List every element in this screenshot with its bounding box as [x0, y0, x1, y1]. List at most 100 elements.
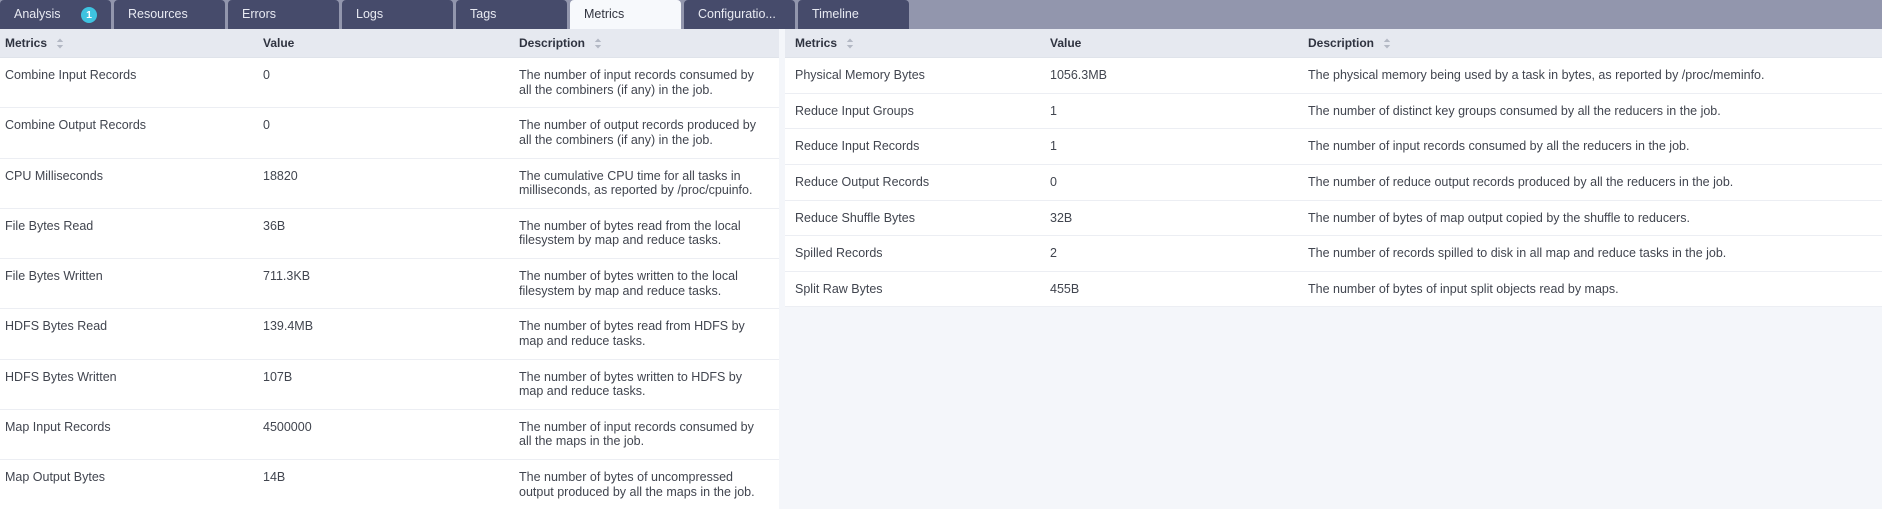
tab-badge: 1 [81, 6, 97, 23]
metric-cell: Map Output Bytes [0, 459, 263, 509]
value-cell: 36B [263, 208, 519, 260]
description-cell: The number of bytes of uncompressed outp… [519, 459, 779, 509]
description-cell: The number of input records consumed by … [519, 409, 779, 461]
table-row[interactable]: Map Output Bytes 14B The number of bytes o… [0, 459, 779, 509]
sort-icon[interactable] [594, 38, 602, 49]
metric-cell: Reduce Input Groups [785, 93, 1050, 130]
tab-label: Tags [470, 7, 497, 22]
metric-cell: Combine Output Records [0, 107, 263, 159]
table-row[interactable]: Reduce Input Groups 1 The number of distin… [785, 93, 1882, 130]
column-header-metrics[interactable]: Metrics [785, 29, 1050, 58]
tab-label: Logs [356, 7, 384, 22]
metric-cell: File Bytes Written [0, 258, 263, 310]
column-header-metrics[interactable]: Metrics [0, 29, 263, 58]
description-cell: The number of bytes of input split objec… [1308, 271, 1882, 308]
value-cell: 139.4MB [263, 308, 519, 360]
table-row[interactable]: CPU Milliseconds 18820 The cumulative CPU … [0, 158, 779, 209]
tab-configuratio[interactable]: Configuratio... [684, 0, 795, 29]
metric-cell: Reduce Input Records [785, 128, 1050, 165]
column-header-description-label: Description [519, 36, 586, 50]
value-cell: 18820 [263, 158, 519, 209]
table-body-right: Physical Memory Bytes 1056.3MB The physica… [785, 57, 1882, 308]
value-cell: 14B [263, 459, 519, 509]
metric-cell: HDFS Bytes Read [0, 308, 263, 360]
tab-tags[interactable]: Tags [456, 0, 567, 29]
description-cell: The number of output records produced by… [519, 107, 779, 159]
value-cell: 1 [1050, 93, 1308, 130]
value-cell: 32B [1050, 200, 1308, 237]
sort-icon[interactable] [1383, 38, 1391, 49]
metric-cell: Split Raw Bytes [785, 271, 1050, 308]
table-row[interactable]: Combine Input Records 0 The number of inpu… [0, 57, 779, 109]
value-cell: 455B [1050, 271, 1308, 308]
table-row[interactable]: HDFS Bytes Written 107B The number of byte… [0, 359, 779, 410]
column-header-value[interactable]: Value [263, 29, 519, 58]
metrics-table-left-panel: Metrics Value Description Combine Input … [0, 29, 779, 509]
metric-cell: Combine Input Records [0, 57, 263, 109]
tab-analysis[interactable]: Analysis 1 [0, 0, 111, 29]
tab-resources[interactable]: Resources [114, 0, 225, 29]
metric-cell: Reduce Output Records [785, 164, 1050, 201]
tab-label: Configuratio... [698, 7, 776, 22]
column-header-description[interactable]: Description [1308, 29, 1882, 58]
metrics-content: Metrics Value Description Combine Input … [0, 29, 1882, 509]
metrics-table-left: Metrics Value Description Combine Input … [0, 29, 779, 509]
table-row[interactable]: File Bytes Read 36B The number of bytes re… [0, 208, 779, 260]
table-row[interactable]: Reduce Output Records 0 The number of redu… [785, 164, 1882, 201]
description-cell: The number of distinct key groups consum… [1308, 93, 1882, 130]
tab-label: Resources [128, 7, 188, 22]
metrics-table-right-panel: Metrics Value Description Physical Memor… [785, 29, 1882, 308]
table-row[interactable]: Spilled Records 2 The number of records sp… [785, 235, 1882, 272]
table-row[interactable]: HDFS Bytes Read 139.4MB The number of byte… [0, 308, 779, 360]
column-header-description-label: Description [1308, 36, 1375, 50]
column-header-metrics-label: Metrics [5, 36, 48, 50]
metric-cell: File Bytes Read [0, 208, 263, 260]
value-cell: 2 [1050, 235, 1308, 272]
tab-label: Errors [242, 7, 277, 22]
column-header-metrics-label: Metrics [795, 36, 838, 50]
table-row[interactable]: Map Input Records 4500000 The number of in… [0, 409, 779, 461]
header-row: Metrics Value Description [785, 29, 1882, 58]
description-cell: The number of input records consumed by … [519, 57, 779, 109]
column-header-value[interactable]: Value [1050, 29, 1308, 58]
metric-cell: Reduce Shuffle Bytes [785, 200, 1050, 237]
metric-cell: CPU Milliseconds [0, 158, 263, 209]
value-cell: 0 [263, 57, 519, 109]
metric-cell: HDFS Bytes Written [0, 359, 263, 410]
value-cell: 711.3KB [263, 258, 519, 310]
table-row[interactable]: Reduce Shuffle Bytes 32B The number of byt… [785, 200, 1882, 237]
column-header-value-label: Value [263, 36, 295, 50]
tab-label: Timeline [812, 7, 859, 22]
tab-logs[interactable]: Logs [342, 0, 453, 29]
table-row[interactable]: Split Raw Bytes 455B The number of bytes o… [785, 271, 1882, 308]
description-cell: The cumulative CPU time for all tasks in… [519, 158, 779, 209]
table-row[interactable]: Physical Memory Bytes 1056.3MB The physica… [785, 57, 1882, 94]
value-cell: 4500000 [263, 409, 519, 461]
metrics-table-right: Metrics Value Description Physical Memor… [785, 29, 1882, 308]
table-row[interactable]: File Bytes Written 711.3KB The number of b… [0, 258, 779, 310]
value-cell: 0 [1050, 164, 1308, 201]
sort-icon[interactable] [56, 38, 64, 49]
sort-icon[interactable] [846, 38, 854, 49]
description-cell: The number of reduce output records prod… [1308, 164, 1882, 201]
tab-metrics[interactable]: Metrics [570, 0, 681, 29]
metric-cell: Physical Memory Bytes [785, 57, 1050, 94]
column-header-description[interactable]: Description [519, 29, 779, 58]
description-cell: The number of bytes written to the local… [519, 258, 779, 310]
tab-label: Metrics [584, 7, 625, 22]
description-cell: The physical memory being used by a task… [1308, 57, 1882, 94]
description-cell: The number of bytes of map output copied… [1308, 200, 1882, 237]
header-row: Metrics Value Description [0, 29, 779, 58]
column-header-value-label: Value [1050, 36, 1082, 50]
tab-errors[interactable]: Errors [228, 0, 339, 29]
table-body-left: Combine Input Records 0 The number of inpu… [0, 57, 779, 509]
tab-timeline[interactable]: Timeline [798, 0, 909, 29]
description-cell: The number of bytes read from HDFS by ma… [519, 308, 779, 360]
table-row[interactable]: Reduce Input Records 1 The number of input… [785, 128, 1882, 165]
metric-cell: Map Input Records [0, 409, 263, 461]
description-cell: The number of bytes written to HDFS by m… [519, 359, 779, 410]
table-header-left: Metrics Value Description [0, 29, 779, 58]
tab-bar: Analysis 1 Resources Errors Logs Tags Metrics C… [0, 0, 1882, 29]
table-row[interactable]: Combine Output Records 0 The number of out… [0, 107, 779, 159]
description-cell: The number of input records consumed by … [1308, 128, 1882, 165]
